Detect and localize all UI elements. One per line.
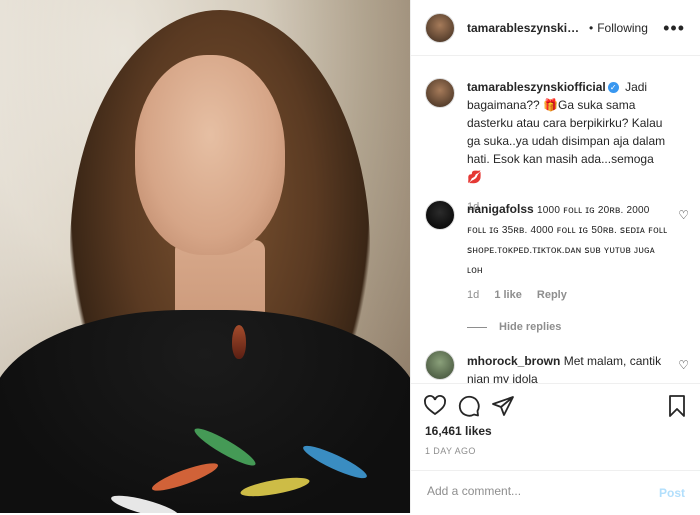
photo-face (135, 55, 285, 255)
verified-badge-icon: ✓ (607, 82, 619, 93)
reply-button[interactable]: Reply (537, 289, 567, 301)
separator-dot: • (589, 20, 594, 35)
bookmark-icon[interactable] (665, 394, 689, 418)
add-comment-input[interactable] (425, 483, 649, 499)
add-comment-bar: Post (411, 470, 700, 515)
caption-username[interactable]: tamarableszynskiofficial (467, 80, 606, 94)
pendant (232, 325, 246, 359)
following-button[interactable]: Following (597, 21, 648, 35)
caption-avatar[interactable] (425, 78, 455, 108)
comment-username[interactable]: nanigafolss (467, 202, 534, 216)
hide-replies-button[interactable]: Hide replies (467, 318, 669, 336)
comment-time[interactable]: 1d (467, 289, 479, 301)
like-comment-icon[interactable]: ♡ (678, 358, 689, 372)
instagram-post-modal: tamarableszynskiofficial • Following •••… (0, 0, 700, 513)
post-header: tamarableszynskiofficial • Following ••• (411, 0, 700, 56)
post-side-panel: tamarableszynskiofficial • Following •••… (410, 0, 700, 513)
comments-section[interactable]: tamarableszynskiofficial ✓ Jadi bagaimana… (411, 56, 700, 383)
posted-time[interactable]: 1 DAY AGO (425, 446, 476, 456)
comment-avatar[interactable] (425, 200, 455, 230)
author-avatar[interactable] (425, 12, 455, 43)
post-actions: 16,461 likes 1 DAY AGO Post (411, 383, 700, 514)
share-icon[interactable] (491, 394, 515, 418)
likes-count[interactable]: 16,461 likes (425, 424, 492, 438)
hide-replies-line (467, 326, 487, 328)
like-comment-icon[interactable]: ♡ (678, 208, 689, 222)
post-photo[interactable] (0, 0, 410, 513)
author-username[interactable]: tamarableszynskiofficial (467, 21, 585, 35)
comment-icon[interactable] (457, 394, 481, 418)
caption-text: Jadi bagaimana?? 🎁Ga suka sama dasterku … (467, 80, 666, 184)
comment-username[interactable]: mhorock_brown (467, 354, 560, 368)
comment-avatar[interactable] (425, 350, 455, 380)
heart-icon[interactable] (423, 394, 447, 418)
photo-shirt (0, 310, 410, 513)
post-comment-button[interactable]: Post (659, 486, 685, 500)
comment-likes[interactable]: 1 like (494, 289, 522, 301)
more-options-icon[interactable]: ••• (663, 18, 685, 39)
